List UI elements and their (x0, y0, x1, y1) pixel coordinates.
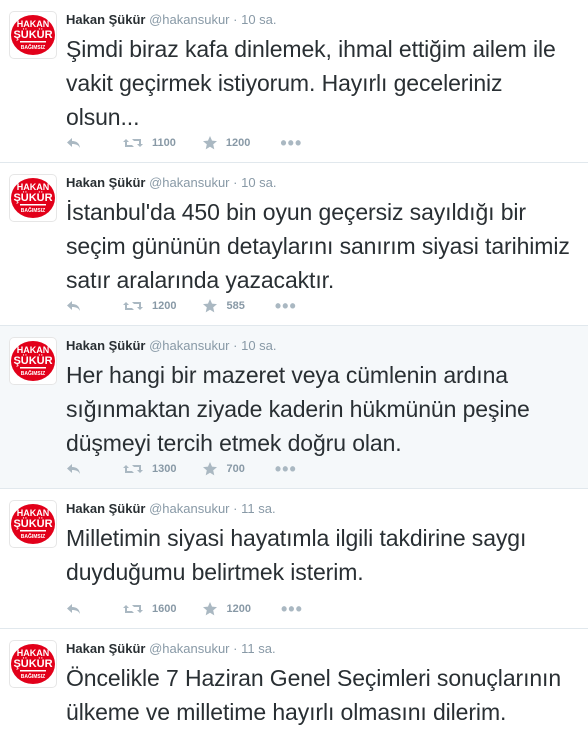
tweet-actions: 1300 700 ••• (66, 460, 297, 478)
separator-dot: · (233, 12, 238, 27)
author-handle[interactable]: @hakansukur (149, 175, 229, 190)
more-options-button[interactable]: ••• (275, 297, 297, 315)
favorite-button[interactable]: 585 (202, 299, 245, 313)
author-name[interactable]: Hakan Şükür (66, 12, 145, 27)
retweet-icon (123, 139, 143, 147)
avatar-line2: ŞÜKÜR (13, 354, 52, 367)
separator-dot: · (233, 501, 238, 516)
tweet[interactable]: HAKAN ŞÜKÜR BAĞIMSIZ Hakan Şükür @hakans… (0, 163, 588, 326)
favorite-count: 700 (226, 463, 245, 475)
avatar[interactable]: HAKAN ŞÜKÜR BAĞIMSIZ (9, 337, 57, 385)
avatar-line2: ŞÜKÜR (13, 28, 52, 41)
author-handle[interactable]: @hakansukur (149, 338, 229, 353)
separator-dot: · (233, 641, 238, 656)
tweet-text: Milletimin siyasi hayatımla ilgili takdi… (66, 525, 527, 585)
star-icon (202, 136, 217, 150)
tweet-header: Hakan Şükür @hakansukur · 11 sa. (66, 499, 576, 519)
favorite-count: 1200 (226, 603, 251, 615)
avatar-line2: ŞÜKÜR (13, 657, 52, 670)
retweet-icon (123, 302, 143, 310)
author-handle[interactable]: @hakansukur (149, 12, 229, 27)
avatar-line3: BAĞIMSIZ (21, 43, 45, 51)
more-options-button[interactable]: ••• (275, 460, 297, 478)
tweet-text: İstanbul'da 450 bin oyun geçersiz sayıld… (66, 199, 570, 293)
star-icon (203, 299, 218, 313)
avatar-line1: HAKAN (17, 345, 50, 355)
tweet[interactable]: HAKAN ŞÜKÜR BAĞIMSIZ Hakan Şükür @hakans… (0, 629, 588, 735)
retweet-button[interactable]: 1100 (122, 137, 176, 149)
avatar[interactable]: HAKAN ŞÜKÜR BAĞIMSIZ (9, 500, 57, 548)
avatar-line2: ŞÜKÜR (13, 191, 52, 204)
reply-icon (67, 464, 80, 474)
avatar-line2: ŞÜKÜR (13, 517, 52, 530)
avatar[interactable]: HAKAN ŞÜKÜR BAĞIMSIZ (9, 11, 57, 59)
tweet-header: Hakan Şükür @hakansukur · 10 sa. (66, 173, 576, 193)
author-name[interactable]: Hakan Şükür (66, 641, 145, 656)
tweet-header: Hakan Şükür @hakansukur · 10 sa. (66, 10, 576, 30)
avatar[interactable]: HAKAN ŞÜKÜR BAĞIMSIZ (9, 640, 57, 688)
timestamp[interactable]: 10 sa. (241, 12, 276, 27)
tweet[interactable]: HAKAN ŞÜKÜR BAĞIMSIZ Hakan Şükür @hakans… (0, 0, 588, 163)
reply-button[interactable] (66, 603, 82, 615)
separator-dot: · (233, 338, 238, 353)
retweet-count: 1600 (152, 603, 177, 615)
tweet[interactable]: HAKAN ŞÜKÜR BAĞIMSIZ Hakan Şükür @hakans… (0, 326, 588, 489)
reply-button[interactable] (66, 300, 82, 312)
tweet-text: Şimdi biraz kafa dinlemek, ihmal ettiğim… (66, 36, 556, 130)
timestamp[interactable]: 11 sa. (241, 641, 275, 656)
avatar-line1: HAKAN (17, 648, 50, 658)
avatar-line3: BAĞIMSIZ (21, 369, 45, 377)
author-handle[interactable]: @hakansukur (149, 641, 229, 656)
timestamp[interactable]: 10 sa. (241, 338, 276, 353)
reply-icon (67, 604, 80, 614)
avatar-line1: HAKAN (17, 182, 50, 192)
retweet-button[interactable]: 1300 (122, 463, 176, 475)
star-icon (203, 602, 218, 616)
favorite-button[interactable]: 700 (202, 462, 245, 476)
tweet-header: Hakan Şükür @hakansukur · 10 sa. (66, 336, 576, 356)
author-name[interactable]: Hakan Şükür (66, 175, 145, 190)
avatar-line1: HAKAN (17, 19, 50, 29)
avatar-line3: BAĞIMSIZ (21, 532, 45, 540)
favorite-count: 1200 (225, 137, 251, 149)
avatar[interactable]: HAKAN ŞÜKÜR BAĞIMSIZ (9, 174, 57, 222)
more-options-button[interactable]: ••• (280, 134, 302, 152)
tweet-text: Her hangi bir mazeret veya cümlenin ardı… (66, 362, 530, 456)
author-name[interactable]: Hakan Şükür (66, 501, 145, 516)
tweet[interactable]: HAKAN ŞÜKÜR BAĞIMSIZ Hakan Şükür @hakans… (0, 489, 588, 629)
favorite-button[interactable]: 1200 (202, 136, 250, 150)
timeline: HAKAN ŞÜKÜR BAĞIMSIZ Hakan Şükür @hakans… (0, 0, 588, 735)
author-handle[interactable]: @hakansukur (149, 501, 229, 516)
separator-dot: · (233, 175, 238, 190)
retweet-button[interactable]: 1600 (122, 603, 176, 615)
timestamp[interactable]: 10 sa. (241, 175, 276, 190)
avatar-line1: HAKAN (17, 508, 50, 518)
tweet-text: Öncelikle 7 Haziran Genel Seçimleri sonu… (66, 665, 562, 725)
retweet-count: 1200 (152, 300, 177, 312)
retweet-button[interactable]: 1200 (122, 300, 176, 312)
retweet-icon (123, 605, 143, 613)
favorite-button[interactable]: 1200 (202, 602, 251, 616)
avatar-line3: BAĞIMSIZ (21, 206, 45, 214)
author-name[interactable]: Hakan Şükür (66, 338, 145, 353)
tweet-header: Hakan Şükür @hakansukur · 11 sa. (66, 639, 576, 659)
retweet-count: 1100 (152, 137, 176, 149)
retweet-count: 1300 (152, 463, 177, 475)
timestamp[interactable]: 11 sa. (241, 501, 275, 516)
tweet-actions: 1100 1200 ••• (66, 134, 302, 152)
tweet-actions: 1200 585 ••• (66, 297, 297, 315)
reply-button[interactable] (66, 137, 82, 149)
reply-icon (67, 138, 80, 148)
retweet-icon (123, 465, 143, 473)
star-icon (203, 462, 218, 476)
tweet-actions: 1600 1200 ••• (66, 600, 303, 618)
reply-icon (67, 301, 80, 311)
reply-button[interactable] (66, 463, 82, 475)
favorite-count: 585 (226, 300, 245, 312)
avatar-line3: BAĞIMSIZ (21, 672, 45, 680)
more-options-button[interactable]: ••• (281, 600, 303, 618)
